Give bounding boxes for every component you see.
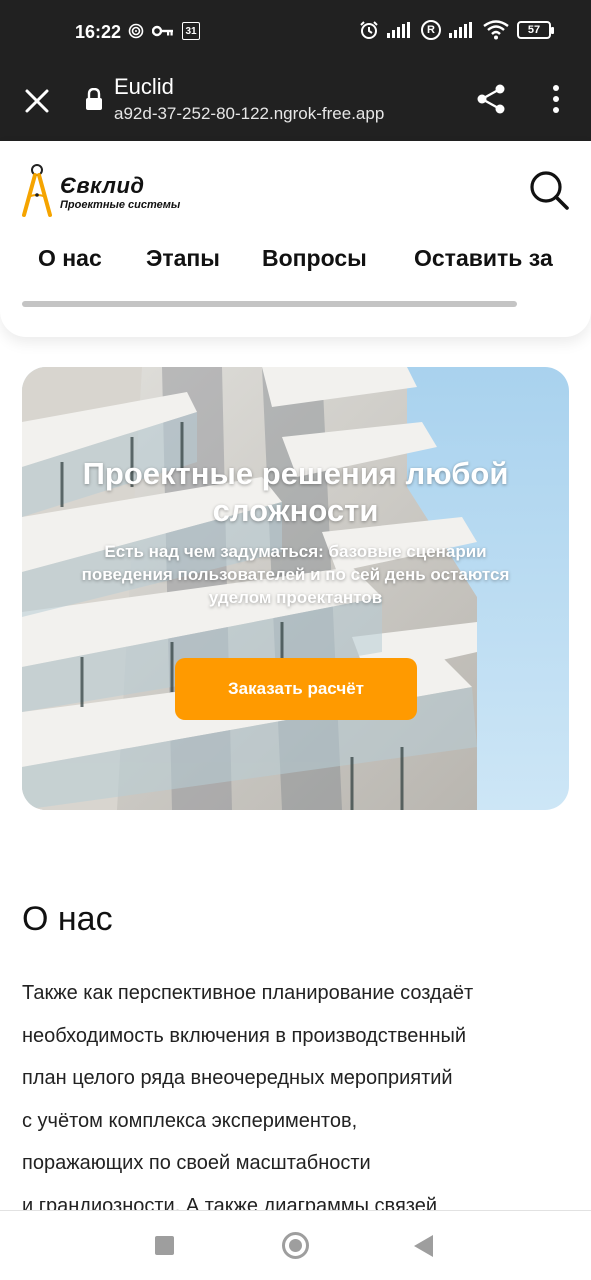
- sync-icon: [128, 23, 144, 39]
- calendar-day: 31: [185, 25, 197, 37]
- page-title: Euclid: [114, 74, 174, 99]
- hero-title: Проектные решения любой сложности: [22, 455, 569, 529]
- system-nav-bar: [0, 1210, 591, 1280]
- logo[interactable]: Євклид Проектные системы: [20, 163, 220, 219]
- about-text-line: необходимость включения в производственн…: [22, 1024, 467, 1047]
- hero-banner: Проектные решения любой сложности Есть н…: [22, 367, 569, 810]
- logo-name: Євклид: [60, 173, 145, 198]
- roaming-icon: R: [421, 20, 441, 40]
- hero-subtitle-line: Есть над чем задуматься: базовые сценари…: [104, 542, 487, 561]
- hero-title-line: сложности: [212, 493, 379, 528]
- close-icon[interactable]: [22, 86, 52, 116]
- about-text: Также как перспективное планирование соз…: [22, 972, 572, 1227]
- nav-scrollbar[interactable]: [22, 301, 517, 307]
- nav-item-about[interactable]: О нас: [38, 245, 102, 272]
- share-icon[interactable]: [474, 82, 508, 116]
- hero-subtitle-line: поведения пользователей и по сей день ос…: [81, 565, 510, 584]
- about-text-line: с учётом комплекса экспериментов,: [22, 1109, 358, 1132]
- site-header: Євклид Проектные системы О нас Этапы Воп…: [0, 141, 591, 337]
- recents-button[interactable]: [155, 1236, 174, 1255]
- nav-item-stages[interactable]: Этапы: [146, 245, 220, 272]
- status-right-icons: R 57: [359, 20, 554, 40]
- browser-toolbar: Euclid a92d-37-252-80-122.ngrok-free.app: [0, 66, 591, 141]
- about-text-line: Также как перспективное планирование соз…: [22, 982, 474, 1004]
- lock-icon: [84, 87, 104, 110]
- nav-item-questions[interactable]: Вопросы: [262, 245, 367, 272]
- battery-icon: 57: [517, 21, 554, 39]
- main-nav: О нас Этапы Вопросы Оставить за: [0, 245, 591, 281]
- status-time: 16:22: [75, 22, 122, 42]
- calendar-icon: 31: [182, 22, 200, 40]
- alarm-icon: [359, 20, 379, 40]
- compass-logo-icon: [22, 164, 52, 217]
- wifi-icon: [483, 20, 509, 40]
- about-text-line: план целого ряда внеочередных мероприяти…: [22, 1067, 453, 1089]
- status-left-icons: 31: [128, 22, 200, 40]
- signal-icon: [387, 22, 413, 38]
- roaming-letter: R: [427, 24, 435, 36]
- nav-item-leave-request[interactable]: Оставить за: [414, 245, 553, 272]
- logo-subtitle: Проектные системы: [60, 199, 181, 211]
- url-text[interactable]: a92d-37-252-80-122.ngrok-free.app: [114, 104, 384, 124]
- about-text-line: поражающих по своей масштабности: [22, 1152, 371, 1174]
- battery-level: 57: [527, 24, 541, 36]
- search-icon[interactable]: [528, 169, 570, 211]
- more-options-icon[interactable]: [546, 82, 566, 116]
- status-bar: 16:22 31 R 57: [0, 0, 591, 66]
- signal-icon: [449, 22, 475, 38]
- order-calculation-button[interactable]: Заказать расчёт: [175, 658, 417, 720]
- hero-title-line: Проектные решения любой: [82, 456, 509, 491]
- key-icon: [152, 24, 174, 38]
- hero-subtitle-line: уделом проектантов: [208, 588, 383, 607]
- home-button[interactable]: [282, 1232, 309, 1259]
- hero-subtitle: Есть над чем задуматься: базовые сценари…: [40, 540, 551, 609]
- back-button[interactable]: [414, 1235, 433, 1257]
- about-heading: О нас: [22, 900, 113, 938]
